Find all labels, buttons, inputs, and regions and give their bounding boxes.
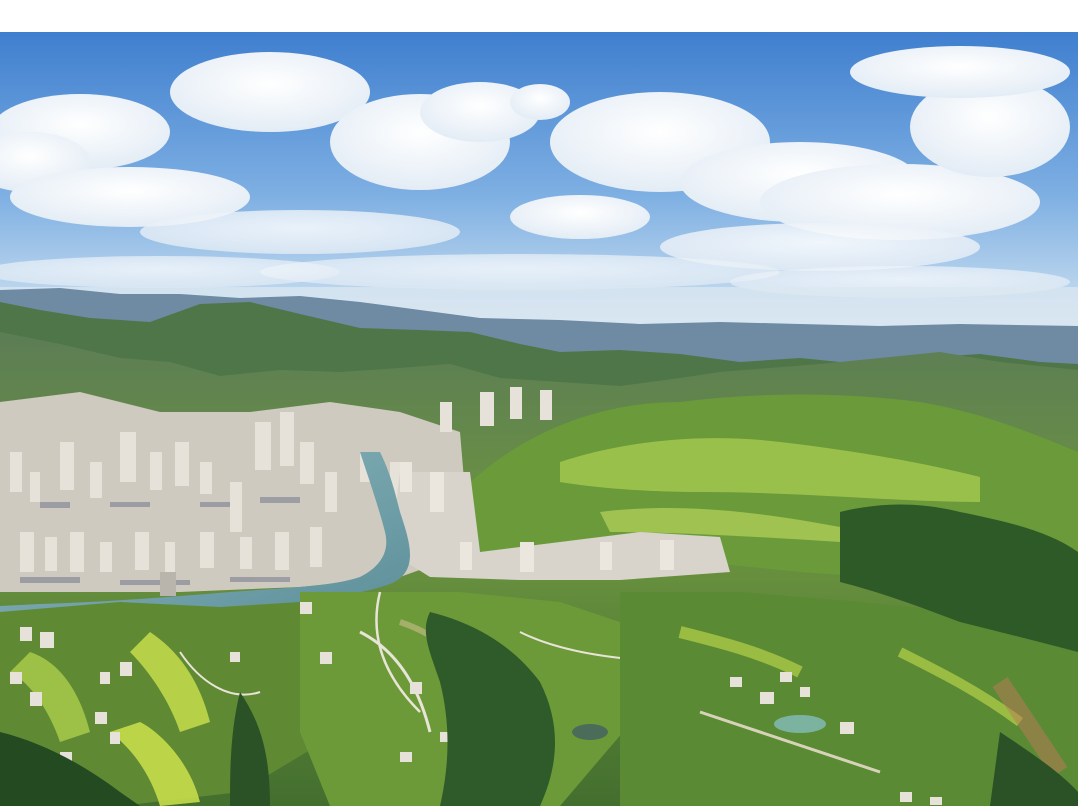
page-frame bbox=[0, 0, 1080, 806]
landscape-illustration bbox=[0, 32, 1078, 806]
bridge bbox=[160, 572, 176, 596]
aerial-landscape-photo bbox=[0, 32, 1078, 806]
